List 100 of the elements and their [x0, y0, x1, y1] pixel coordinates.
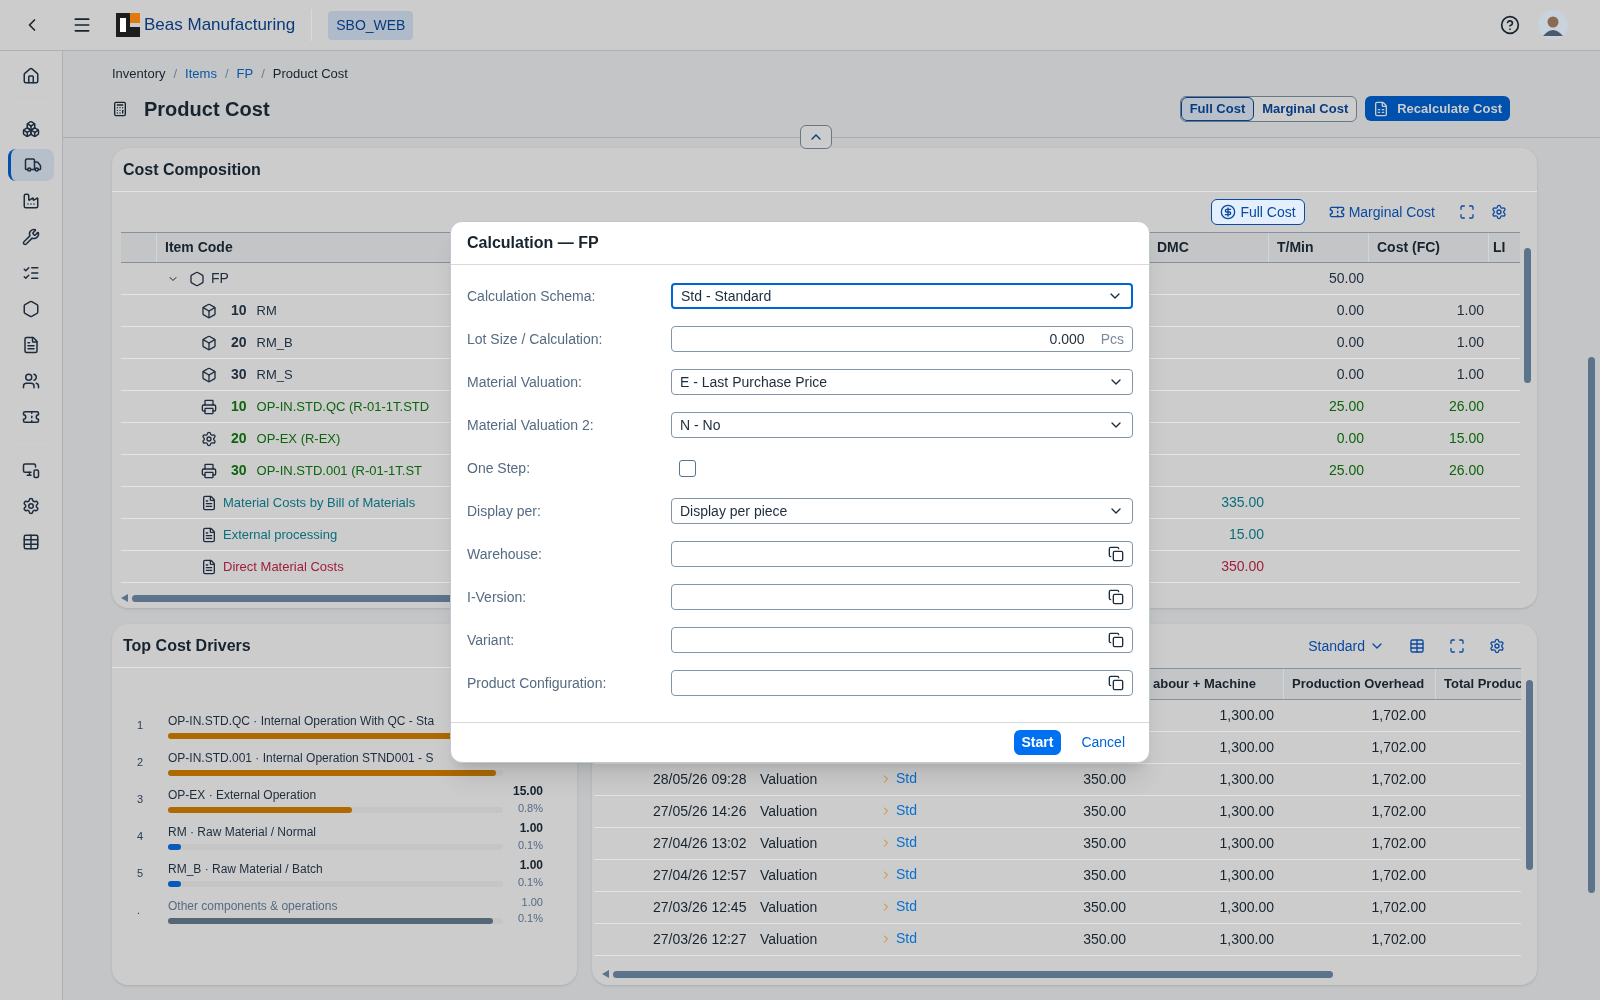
item-code: FP [211, 269, 229, 288]
dropdown-field[interactable]: E - Last Purchase Price [671, 369, 1133, 395]
fullscreen-button[interactable] [1449, 638, 1465, 654]
dropdown-field[interactable]: Display per piece [671, 498, 1133, 524]
printer-icon [201, 398, 217, 415]
dollar-icon [1220, 204, 1237, 220]
driver-value: 1.00 [519, 819, 543, 837]
lookup-field[interactable] [671, 584, 1133, 610]
recalculate-button[interactable]: Recalculate Cost [1365, 96, 1510, 121]
type-cell: Valuation [760, 771, 818, 787]
truck-icon [23, 156, 42, 174]
table-cell: 1,300.00 [1219, 835, 1274, 851]
page-scrollbar[interactable] [1588, 357, 1595, 893]
table-cell-text: 0.00 [1336, 429, 1364, 448]
item-code: RM_S [256, 365, 293, 384]
checkbox[interactable] [679, 459, 696, 477]
cost-mode-toggle[interactable]: Marginal Cost [1320, 199, 1443, 225]
rank-number: 1 [137, 717, 145, 733]
hexagon-icon [189, 270, 205, 287]
table-cell-text: 335.00 [1221, 493, 1264, 512]
scroll-left-icon[interactable] [121, 594, 128, 602]
rank-number: 5 [137, 865, 145, 881]
vertical-scrollbar[interactable] [1523, 248, 1531, 383]
date-cell: 27/04/26 12:57 [653, 867, 747, 883]
collapse-header-button[interactable] [800, 125, 832, 149]
printer-icon [201, 462, 217, 479]
cost-mode-toggle[interactable]: Full Cost [1180, 96, 1255, 121]
card-title: Cost Composition [123, 159, 261, 180]
gear-icon [201, 430, 217, 447]
cost-mode-toggle[interactable]: Full Cost [1211, 199, 1305, 225]
type-cell: Valuation [760, 867, 818, 883]
export-button[interactable] [1409, 638, 1425, 654]
settings-button[interactable] [1489, 638, 1505, 654]
avatar[interactable] [1538, 10, 1568, 40]
brand-name: Beas Manufacturing [144, 14, 296, 37]
field-label: Display per: [467, 501, 542, 521]
driver-label: OP-IN.STD.001 · Internal Operation STND001 - S [168, 749, 435, 767]
item-code: Direct Material Costs [223, 557, 344, 576]
dropdown-field[interactable]: N - No [671, 412, 1133, 438]
vertical-scrollbar[interactable] [1525, 680, 1533, 870]
breadcrumb-text: Inventory [112, 65, 166, 83]
card-title: Top Cost Drivers [123, 635, 251, 656]
breadcrumb-separator: / [173, 65, 178, 83]
schema-link[interactable]: Std [880, 800, 917, 822]
cancel-button[interactable]: Cancel [1073, 730, 1133, 755]
schema-link[interactable]: Std [880, 896, 917, 918]
table-cell: 1,702.00 [1371, 803, 1426, 819]
checklist-icon [22, 264, 40, 282]
schema-link[interactable]: Std [880, 928, 917, 950]
lookup-field[interactable] [671, 627, 1133, 653]
field-label: I-Version: [467, 587, 528, 607]
fullscreen-button[interactable] [1459, 204, 1475, 220]
factory-icon [22, 192, 40, 210]
number-field[interactable]: 0.000 Pcs [671, 326, 1133, 352]
dropdown-field[interactable]: Std - Standard [671, 283, 1133, 309]
horizontal-scrollbar[interactable] [613, 970, 1333, 978]
table-cell: 1,702.00 [1371, 835, 1426, 851]
item-code: OP-EX (R-EX) [256, 429, 341, 448]
date-cell: 28/05/26 09:28 [653, 771, 747, 787]
lookup-field[interactable] [671, 670, 1133, 696]
cube-icon [201, 302, 217, 319]
table-cell-text: 25.00 [1328, 461, 1364, 480]
value-help-icon [1108, 632, 1124, 648]
cost-mode-toggle[interactable]: Marginal Cost [1254, 96, 1357, 121]
type-cell: Valuation [760, 835, 818, 851]
schema-link[interactable]: Std [880, 832, 917, 854]
table-cell-text: 1.00 [1456, 365, 1484, 384]
date-cell: 27/03/26 12:27 [653, 931, 747, 947]
position-number: 30 [231, 365, 247, 384]
breadcrumb-separator: / [261, 65, 265, 83]
table-cell: 350.00 [1083, 771, 1126, 787]
document-icon [22, 336, 40, 354]
table-cell-text: 0.00 [1336, 333, 1364, 352]
breadcrumb-link[interactable]: FP [236, 64, 254, 84]
lookup-field[interactable] [671, 541, 1133, 567]
table-cell-text: 0.00 [1336, 301, 1364, 320]
page-title: Product Cost [144, 96, 270, 122]
help-icon[interactable] [1498, 13, 1522, 37]
breadcrumb-text: Product Cost [272, 65, 348, 83]
column-header: Production Overhead [1292, 675, 1425, 694]
table-cell-text: 25.00 [1328, 397, 1364, 416]
start-button[interactable]: Start [1013, 730, 1062, 755]
value-help-icon [1108, 589, 1124, 605]
schema-link[interactable]: Std [880, 864, 917, 886]
column-header: Item Code [165, 238, 233, 257]
schema-link[interactable]: Std [880, 768, 917, 790]
view-selector[interactable]: Standard [1308, 635, 1385, 657]
breadcrumb-link[interactable]: Items [185, 64, 217, 84]
ticket-icon [22, 408, 40, 426]
column-header: Cost (FC) [1377, 238, 1440, 257]
settings-button[interactable] [1491, 204, 1507, 220]
driver-label: RM · Raw Material / Normal [168, 823, 318, 841]
driver-value: 1.00 [521, 894, 543, 910]
driver-label: OP-IN.STD.QC · Internal Operation With QC - Sta [168, 712, 436, 730]
scroll-left-icon[interactable] [602, 970, 609, 978]
item-code: OP-IN.STD.001 (R-01-1T.ST [256, 461, 422, 480]
driver-value: 1.00 [519, 856, 543, 874]
nav-item[interactable] [8, 149, 54, 181]
item-code: External processing [223, 525, 338, 544]
table-cell: 1,300.00 [1219, 707, 1274, 723]
